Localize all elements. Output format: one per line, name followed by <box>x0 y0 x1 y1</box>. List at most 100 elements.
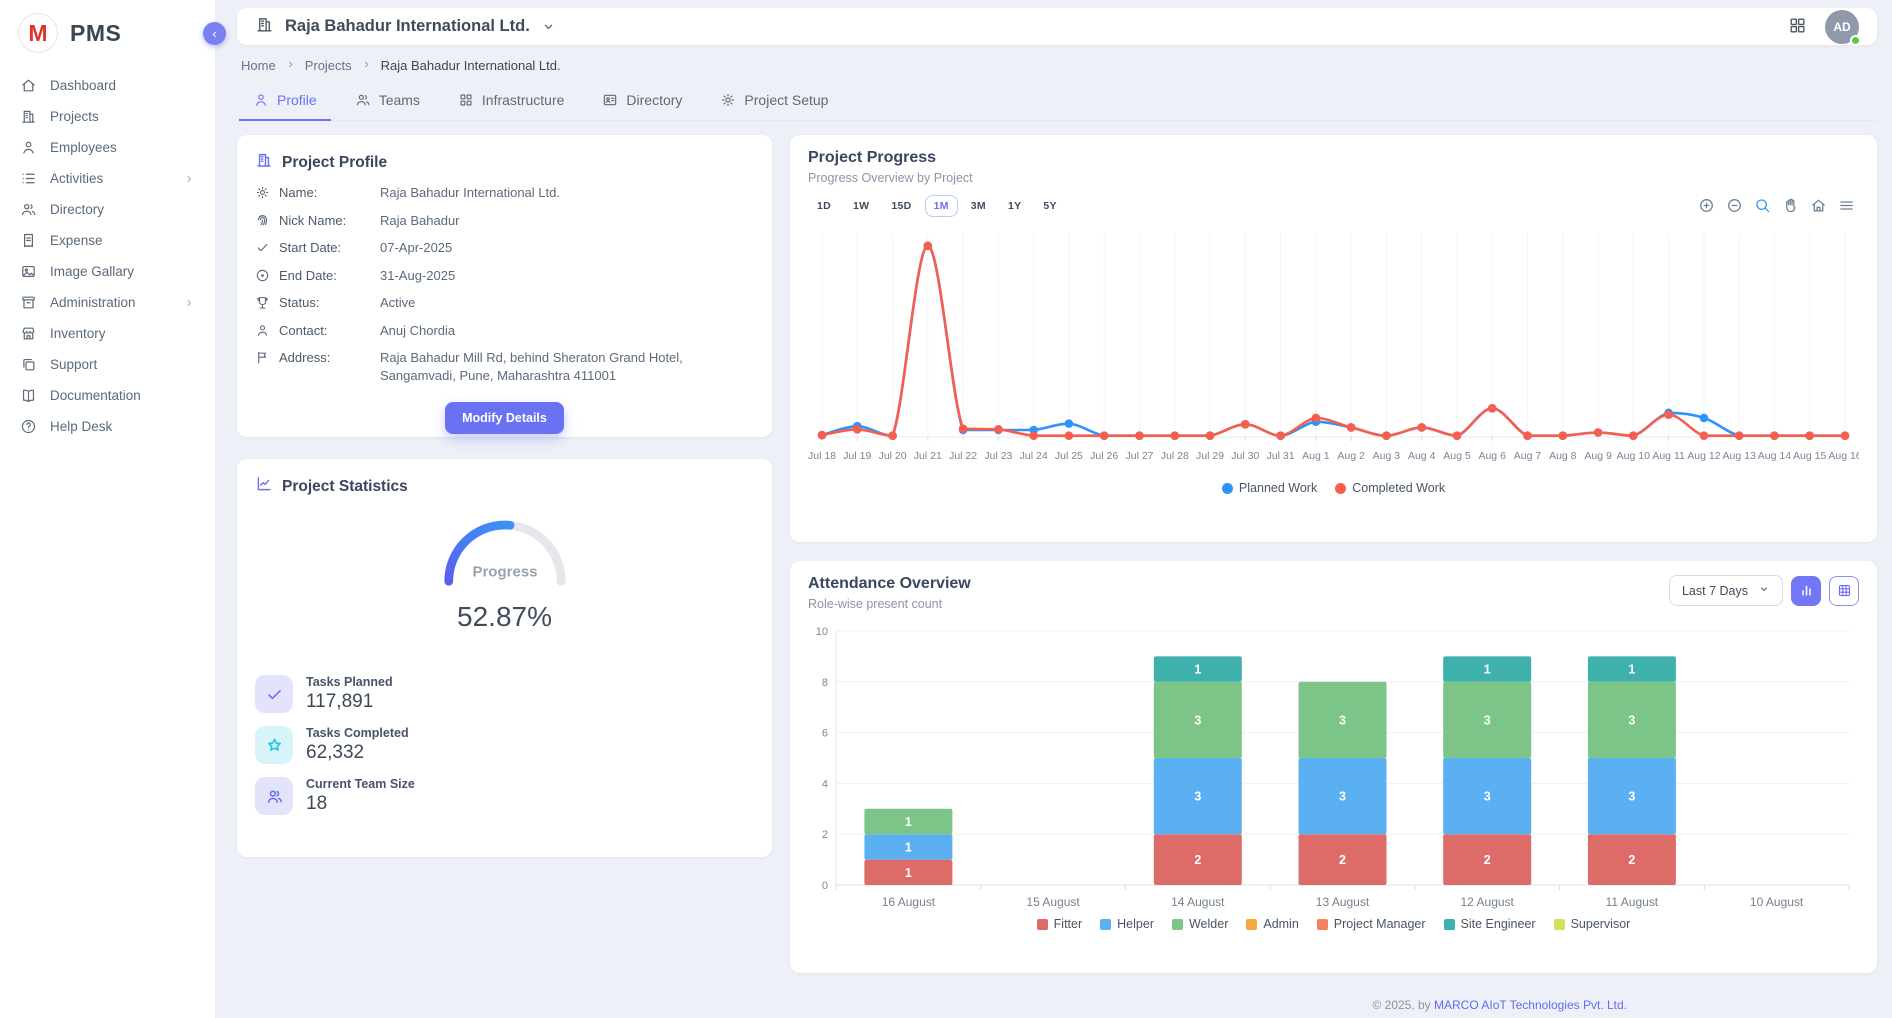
tab-infrastructure[interactable]: Infrastructure <box>444 82 578 121</box>
legend-supervisor[interactable]: Supervisor <box>1554 917 1631 931</box>
person-icon <box>20 139 37 156</box>
svg-text:Aug 8: Aug 8 <box>1549 450 1577 462</box>
sidebar-item-label: Inventory <box>50 326 106 341</box>
svg-text:3: 3 <box>1484 713 1491 727</box>
legend-marker <box>1100 919 1111 930</box>
svg-text:10: 10 <box>816 626 828 638</box>
legend-welder[interactable]: Welder <box>1172 917 1228 931</box>
range-button-1m[interactable]: 1M <box>925 195 958 217</box>
field-label: Name: <box>279 184 371 202</box>
legend-admin[interactable]: Admin <box>1246 917 1298 931</box>
progress-line-chart[interactable]: Jul 18Jul 19Jul 20Jul 21Jul 22Jul 23Jul … <box>808 221 1859 479</box>
sidebar-item-expense[interactable]: Expense <box>0 226 215 255</box>
range-button-5y[interactable]: 5Y <box>1034 195 1065 217</box>
modify-details-button[interactable]: Modify Details <box>445 402 564 434</box>
legend-marker <box>1172 919 1183 930</box>
legend-helper[interactable]: Helper <box>1100 917 1154 931</box>
range-button-3m[interactable]: 3M <box>962 195 995 217</box>
book-icon <box>20 387 37 404</box>
legend-completed-work[interactable]: Completed Work <box>1335 481 1445 495</box>
svg-text:Jul 29: Jul 29 <box>1196 450 1224 462</box>
main-area: Raja Bahadur International Ltd. AD Home P… <box>215 0 1892 1018</box>
svg-text:2: 2 <box>1484 853 1491 867</box>
tab-label: Infrastructure <box>482 92 564 108</box>
table-view-toggle[interactable] <box>1829 576 1859 606</box>
tab-bar: Profile Teams Infrastructure Directory Proje… <box>237 82 1877 121</box>
receipt-icon <box>20 232 37 249</box>
legend-label: Admin <box>1263 917 1298 931</box>
breadcrumb-projects[interactable]: Projects <box>305 58 352 73</box>
svg-text:0: 0 <box>822 880 828 892</box>
svg-text:Jul 21: Jul 21 <box>914 450 942 462</box>
sidebar-item-support[interactable]: Support <box>0 350 215 379</box>
building-icon <box>255 151 273 169</box>
legend-planned-work[interactable]: Planned Work <box>1222 481 1317 495</box>
footer-company-link[interactable]: MARCO AIoT Technologies Pvt. Ltd. <box>1434 998 1627 1012</box>
legend-fitter[interactable]: Fitter <box>1037 917 1082 931</box>
image-icon <box>20 263 37 280</box>
legend-site-engineer[interactable]: Site Engineer <box>1444 917 1536 931</box>
sidebar-item-projects[interactable]: Projects <box>0 102 215 131</box>
range-button-1d[interactable]: 1D <box>808 195 840 217</box>
toolbar-hand-button[interactable] <box>1782 197 1799 219</box>
stat-tasks-completed: Tasks Completed 62,332 <box>255 726 754 764</box>
list-icon <box>20 170 37 187</box>
svg-text:2: 2 <box>822 829 828 841</box>
sidebar-item-help-desk[interactable]: Help Desk <box>0 412 215 441</box>
svg-text:3: 3 <box>1628 790 1635 804</box>
svg-text:Jul 23: Jul 23 <box>984 450 1012 462</box>
svg-text:3: 3 <box>1628 713 1635 727</box>
field-label: Nick Name: <box>279 212 371 230</box>
legend-marker <box>1246 919 1257 930</box>
svg-text:Jul 25: Jul 25 <box>1055 450 1083 462</box>
store-icon <box>20 325 37 342</box>
check-icon <box>255 240 270 255</box>
profile-field-address: Address:Raja Bahadur Mill Rd, behind She… <box>255 349 754 384</box>
apps-grid-button[interactable] <box>1788 16 1807 38</box>
topbar-actions: AD <box>1788 10 1859 44</box>
tab-profile[interactable]: Profile <box>239 82 331 121</box>
svg-text:Aug 12: Aug 12 <box>1687 450 1720 462</box>
gauge-arc: Progress <box>430 506 580 594</box>
range-button-1y[interactable]: 1Y <box>999 195 1030 217</box>
toolbar-home-solid-button[interactable] <box>1810 197 1827 219</box>
sidebar-item-activities[interactable]: Activities <box>0 164 215 193</box>
tab-project-setup[interactable]: Project Setup <box>706 82 842 121</box>
sidebar-item-administration[interactable]: Administration <box>0 288 215 317</box>
sidebar-item-inventory[interactable]: Inventory <box>0 319 215 348</box>
tab-teams[interactable]: Teams <box>341 82 434 121</box>
stat-label: Tasks Completed <box>306 726 409 740</box>
sidebar-item-documentation[interactable]: Documentation <box>0 381 215 410</box>
svg-text:Aug 5: Aug 5 <box>1443 450 1471 462</box>
legend-label: Site Engineer <box>1461 917 1536 931</box>
toolbar-zoom-in-button[interactable] <box>1698 197 1715 219</box>
legend-project-manager[interactable]: Project Manager <box>1317 917 1426 931</box>
breadcrumb-home[interactable]: Home <box>241 58 276 73</box>
tab-label: Project Setup <box>744 92 828 108</box>
sidebar-item-employees[interactable]: Employees <box>0 133 215 162</box>
attendance-bar-chart[interactable]: 024681011116 August15 August233114 Augus… <box>808 623 1859 915</box>
toolbar-magnifier-button[interactable] <box>1754 197 1771 219</box>
sidebar-item-dashboard[interactable]: Dashboard <box>0 71 215 100</box>
sidebar-item-label: Help Desk <box>50 419 112 434</box>
magnifier-icon <box>1754 197 1771 214</box>
sidebar-item-image-gallary[interactable]: Image Gallary <box>0 257 215 286</box>
sidebar-collapse-button[interactable]: ‹ <box>203 22 226 45</box>
project-selector[interactable]: Raja Bahadur International Ltd. <box>255 15 556 39</box>
svg-text:4: 4 <box>822 778 828 790</box>
sidebar-item-directory[interactable]: Directory <box>0 195 215 224</box>
toolbar-menu-button[interactable] <box>1838 197 1855 219</box>
attendance-range-select[interactable]: Last 7 Days <box>1669 575 1783 606</box>
svg-text:13 August: 13 August <box>1316 895 1370 909</box>
toolbar-zoom-out-button[interactable] <box>1726 197 1743 219</box>
tab-directory[interactable]: Directory <box>588 82 696 121</box>
building-icon <box>255 15 274 34</box>
app-logo[interactable]: M PMS <box>0 0 215 69</box>
stat-value: 62,332 <box>306 742 409 764</box>
range-button-1w[interactable]: 1W <box>844 195 878 217</box>
menu-icon <box>1838 197 1855 214</box>
bar-view-toggle[interactable] <box>1791 576 1821 606</box>
range-button-15d[interactable]: 15D <box>882 195 920 217</box>
svg-text:Jul 19: Jul 19 <box>843 450 871 462</box>
user-avatar[interactable]: AD <box>1825 10 1859 44</box>
